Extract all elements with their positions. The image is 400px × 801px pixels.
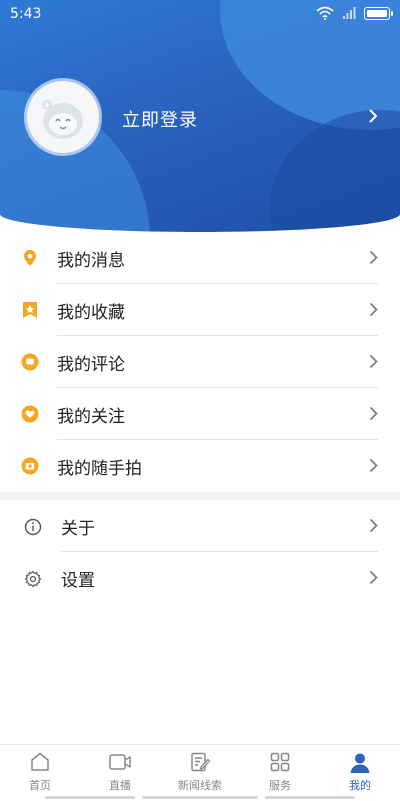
chevron-right-icon <box>369 570 378 585</box>
bottom-tab-bar: 首页 直播 新闻线索 服务 我的 <box>0 744 400 801</box>
wifi-icon <box>316 6 334 20</box>
menu-item-snapshots[interactable]: 我的随手拍 <box>0 440 400 492</box>
tab-label: 我的 <box>349 779 371 792</box>
chevron-right-icon <box>369 250 378 265</box>
tab-label: 服务 <box>269 779 291 792</box>
location-pin-icon <box>24 250 36 266</box>
menu-item-label: 我的收藏 <box>57 303 125 323</box>
heart-icon <box>21 405 39 423</box>
status-time: 5:43 <box>10 6 42 22</box>
menu-item-about[interactable]: 关于 <box>0 500 400 552</box>
chevron-right-icon <box>369 354 378 369</box>
menu-item-label: 我的评论 <box>57 355 125 375</box>
menu-item-following[interactable]: 我的关注 <box>0 388 400 440</box>
avatar[interactable] <box>27 81 99 153</box>
chevron-right-icon <box>369 302 378 317</box>
gesture-bar <box>265 796 355 799</box>
edit-note-icon <box>191 752 211 772</box>
gesture-bar <box>142 796 258 799</box>
decor-circle <box>270 110 400 232</box>
menu: 我的消息 我的收藏 我的评论 我的关注 我的随手拍 关于 设置 <box>0 232 400 604</box>
tab-live[interactable]: 直播 <box>80 745 160 801</box>
tab-services[interactable]: 服务 <box>240 745 320 801</box>
menu-secondary: 关于 设置 <box>0 500 400 604</box>
user-icon <box>350 753 370 773</box>
menu-item-label: 设置 <box>61 571 95 591</box>
info-icon <box>24 518 42 536</box>
robot-avatar-icon <box>42 100 83 139</box>
battery-icon <box>364 6 393 20</box>
camera-icon <box>21 457 39 475</box>
menu-item-label: 我的关注 <box>57 407 125 427</box>
section-gap <box>0 492 400 500</box>
profile-header: 5:43 立即登录 <box>0 0 400 232</box>
tab-news-tips[interactable]: 新闻线索 <box>160 745 240 801</box>
login-link[interactable]: 立即登录 <box>122 106 198 132</box>
comment-icon <box>21 353 39 371</box>
home-icon <box>31 752 49 771</box>
cell-signal-icon <box>343 7 356 19</box>
tab-label: 直播 <box>109 779 131 792</box>
menu-item-settings[interactable]: 设置 <box>0 552 400 604</box>
chevron-right-icon <box>369 458 378 473</box>
menu-item-label: 关于 <box>61 519 95 539</box>
grid-icon <box>270 752 290 772</box>
chevron-right-icon <box>369 518 378 533</box>
tab-label: 首页 <box>29 779 51 792</box>
menu-primary: 我的消息 我的收藏 我的评论 我的关注 我的随手拍 <box>0 232 400 492</box>
chevron-right-icon <box>369 406 378 421</box>
menu-item-comments[interactable]: 我的评论 <box>0 336 400 388</box>
menu-item-favorites[interactable]: 我的收藏 <box>0 284 400 336</box>
tab-mine[interactable]: 我的 <box>320 745 400 801</box>
menu-item-label: 我的消息 <box>57 251 125 271</box>
video-icon <box>109 754 131 770</box>
status-bar: 5:43 <box>0 0 400 28</box>
bookmark-star-icon <box>23 302 37 318</box>
chevron-right-icon[interactable] <box>368 108 378 124</box>
tab-home[interactable]: 首页 <box>0 745 80 801</box>
tab-label: 新闻线索 <box>178 779 222 792</box>
menu-item-label: 我的随手拍 <box>57 459 142 479</box>
gear-icon <box>24 570 42 588</box>
menu-item-messages[interactable]: 我的消息 <box>0 232 400 284</box>
gesture-bar <box>45 796 135 799</box>
